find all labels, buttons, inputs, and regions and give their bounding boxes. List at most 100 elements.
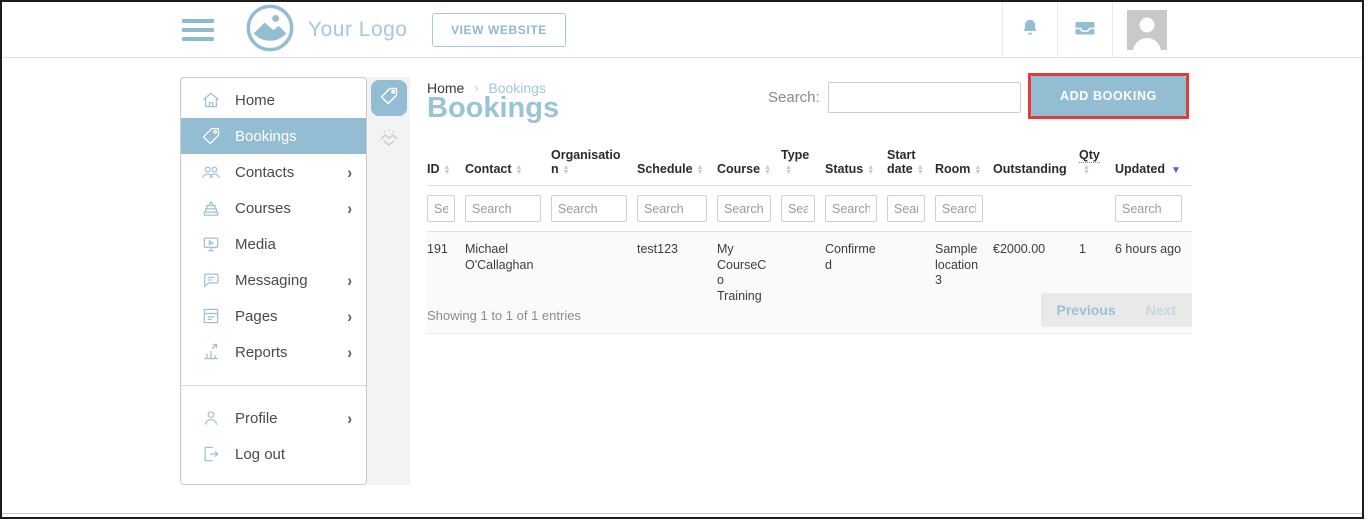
sidebar-item-courses[interactable]: Courses › [181, 190, 366, 226]
search-label: Search: [768, 89, 820, 106]
sidebar-item-messaging[interactable]: Messaging › [181, 262, 366, 298]
previous-page-button[interactable]: Previous [1057, 302, 1116, 318]
logo[interactable]: Your Logo [244, 4, 407, 56]
home-icon [201, 90, 221, 110]
column-header-qty[interactable]: Qty▲▼ [1079, 140, 1115, 186]
sidebar-item-label: Profile [235, 410, 278, 427]
bar-chart-icon [201, 342, 221, 362]
sort-icon: ▲▼ [867, 165, 874, 175]
sort-icon: ▲▼ [764, 165, 771, 175]
shortcut-strip [367, 77, 410, 485]
sort-desc-icon: ▼ [1171, 165, 1181, 176]
sidebar-item-label: Log out [235, 446, 285, 463]
books-icon [201, 198, 221, 218]
filter-start-date-input[interactable] [887, 195, 925, 222]
notifications-button[interactable] [1002, 2, 1057, 58]
global-table-search: Search: [768, 82, 1021, 113]
sort-icon: ▲▼ [785, 165, 792, 175]
person-icon [201, 408, 221, 428]
sort-icon: ▲▼ [917, 165, 924, 175]
view-website-button[interactable]: VIEW WEBSITE [432, 13, 566, 47]
inbox-button[interactable] [1057, 2, 1112, 58]
table-header-row: ID▲▼ Contact▲▼ Organisation▲▼ Schedule▲▼… [427, 140, 1192, 186]
column-header-schedule[interactable]: Schedule▲▼ [637, 140, 717, 186]
logout-icon [201, 444, 221, 464]
column-header-contact[interactable]: Contact▲▼ [465, 140, 551, 186]
search-input[interactable] [828, 82, 1021, 113]
sort-icon: ▲▼ [444, 165, 451, 175]
topbar-actions [1002, 2, 1362, 58]
column-header-updated[interactable]: Updated▼ [1115, 140, 1192, 186]
column-filter-row [427, 186, 1192, 232]
chevron-right-icon: › [347, 162, 352, 181]
column-header-organisation[interactable]: Organisation▲▼ [551, 140, 637, 186]
sidebar-item-label: Courses [235, 200, 291, 217]
column-header-course[interactable]: Course▲▼ [717, 140, 781, 186]
sort-icon: ▲▼ [697, 165, 704, 175]
chevron-right-icon: › [347, 408, 352, 427]
top-header: Your Logo VIEW WEBSITE [2, 2, 1362, 58]
sidebar: Home Bookings Contacts › Courses › Media… [180, 77, 367, 485]
add-booking-button[interactable]: ADD BOOKING [1031, 76, 1186, 116]
sidebar-divider [181, 385, 366, 386]
sidebar-item-reports[interactable]: Reports › [181, 334, 366, 370]
people-icon [201, 162, 221, 182]
sidebar-item-label: Home [235, 92, 275, 109]
chevron-right-icon: › [347, 270, 352, 289]
page-layout-icon [201, 306, 221, 326]
footer-divider [2, 513, 1362, 514]
column-header-type[interactable]: Type▲▼ [781, 140, 825, 186]
tag-icon [379, 86, 399, 111]
column-header-start-date[interactable]: Start date▲▼ [887, 140, 935, 186]
sidebar-item-label: Reports [235, 344, 288, 361]
bookings-shortcut-button[interactable] [371, 80, 407, 116]
sort-icon: ▲▼ [1083, 165, 1090, 175]
sidebar-item-bookings[interactable]: Bookings [181, 118, 366, 154]
logo-text: Your Logo [308, 18, 407, 42]
filter-id-input[interactable] [427, 195, 455, 222]
filter-status-input[interactable] [825, 195, 877, 222]
filter-updated-input[interactable] [1115, 195, 1182, 222]
app-window: Your Logo VIEW WEBSITE H [0, 0, 1364, 519]
filter-schedule-input[interactable] [637, 195, 707, 222]
sidebar-item-label: Messaging [235, 272, 308, 289]
handshake-icon[interactable] [377, 127, 401, 151]
column-header-status[interactable]: Status▲▼ [825, 140, 887, 186]
sort-icon: ▲▼ [563, 165, 570, 175]
sort-icon: ▲▼ [516, 165, 523, 175]
filter-room-input[interactable] [935, 195, 983, 222]
next-page-button[interactable]: Next [1146, 302, 1176, 318]
sidebar-item-media[interactable]: Media [181, 226, 366, 262]
filter-course-input[interactable] [717, 195, 771, 222]
column-header-room[interactable]: Room▲▼ [935, 140, 993, 186]
sidebar-item-logout[interactable]: Log out [181, 436, 366, 472]
bell-icon [1019, 17, 1041, 44]
chevron-right-icon: › [347, 198, 352, 217]
sidebar-item-label: Media [235, 236, 276, 253]
avatar[interactable] [1127, 10, 1167, 50]
sidebar-item-contacts[interactable]: Contacts › [181, 154, 366, 190]
monitor-icon [201, 234, 221, 254]
column-header-outstanding[interactable]: Outstanding [993, 140, 1079, 186]
filter-organisation-input[interactable] [551, 195, 627, 222]
logo-image-icon [244, 2, 296, 59]
sidebar-item-home[interactable]: Home [181, 82, 366, 118]
tag-icon [201, 126, 221, 146]
filter-type-input[interactable] [781, 195, 815, 222]
sort-icon: ▲▼ [974, 165, 981, 175]
menu-toggle-icon[interactable] [182, 19, 214, 46]
page-title: Bookings [427, 92, 559, 125]
entries-summary: Showing 1 to 1 of 1 entries [427, 293, 581, 323]
table-footer: Showing 1 to 1 of 1 entries Previous Nex… [427, 293, 1192, 327]
pagination: Previous Next [1041, 293, 1193, 327]
chevron-right-icon: › [347, 306, 352, 325]
column-header-id[interactable]: ID▲▼ [427, 140, 465, 186]
sidebar-item-pages[interactable]: Pages › [181, 298, 366, 334]
inbox-icon [1073, 16, 1097, 45]
filter-contact-input[interactable] [465, 195, 541, 222]
speech-bubble-icon [201, 270, 221, 290]
sidebar-item-label: Contacts [235, 164, 294, 181]
annotation-highlight-box: ADD BOOKING [1028, 73, 1189, 119]
sidebar-item-label: Bookings [235, 128, 297, 145]
sidebar-item-profile[interactable]: Profile › [181, 400, 366, 436]
